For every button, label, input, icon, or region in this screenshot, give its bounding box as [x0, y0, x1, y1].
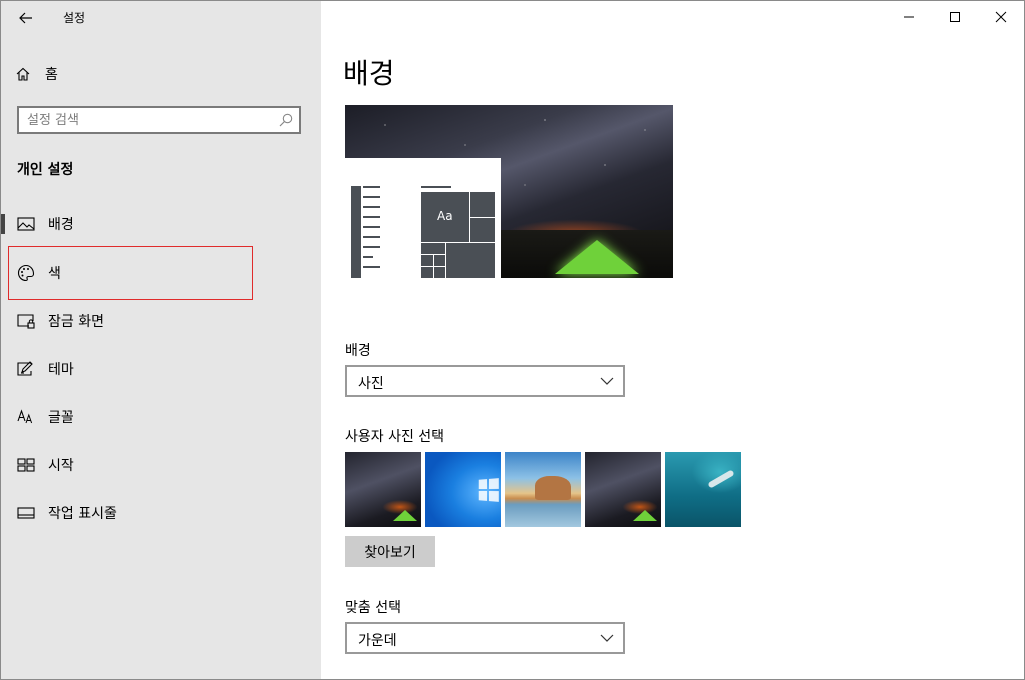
- tile-divider: [445, 242, 446, 278]
- choose-photo-label: 사용자 사진 선택: [345, 429, 445, 445]
- preview-line: [363, 266, 380, 268]
- theme-icon: [17, 360, 35, 378]
- photo-thumbnail-beach[interactable]: [505, 452, 581, 527]
- tile-divider: [421, 242, 495, 243]
- sidebar-item-label: 글꼴: [48, 410, 74, 426]
- preview-line: [363, 236, 380, 238]
- photo-thumbnail-windows[interactable]: [425, 452, 501, 527]
- search-icon[interactable]: [278, 112, 294, 128]
- picture-icon: [17, 215, 35, 233]
- maximize-button[interactable]: [932, 2, 978, 32]
- preview-line: [363, 206, 380, 208]
- browse-button[interactable]: 찾아보기: [345, 536, 435, 567]
- photo-thumbnail-night-tent[interactable]: [345, 452, 421, 527]
- chevron-down-icon: [600, 377, 614, 385]
- preview-desktop-overlay: Aa: [345, 158, 501, 278]
- background-type-dropdown[interactable]: 사진: [345, 365, 625, 397]
- preview-line: [363, 186, 380, 188]
- sidebar-item-start[interactable]: 시작: [1, 445, 321, 485]
- taskbar-icon: [17, 504, 35, 522]
- sidebar-item-lock-screen[interactable]: 잠금 화면: [1, 301, 321, 341]
- search-input[interactable]: [27, 110, 267, 130]
- preview-line: [363, 216, 380, 218]
- preview-aa-text: Aa: [437, 209, 453, 223]
- sidebar-item-fonts[interactable]: 글꼴: [1, 397, 321, 437]
- background-type-value: 사진: [358, 376, 384, 392]
- fit-label: 맞춤 선택: [345, 600, 401, 616]
- sidebar-item-label: 색: [48, 266, 61, 282]
- minimize-button[interactable]: [886, 2, 932, 32]
- photo-thumbnail-night-tent-2[interactable]: [585, 452, 661, 527]
- chevron-down-icon: [600, 634, 614, 642]
- preview-line: [363, 256, 373, 258]
- preview-line: [363, 196, 380, 198]
- preview-tiles: Aa: [421, 192, 495, 278]
- preview-line: [363, 226, 380, 228]
- active-indicator: [1, 214, 5, 234]
- close-icon: [995, 11, 1007, 23]
- windows-logo-icon: [478, 478, 499, 502]
- sidebar-item-background[interactable]: 배경: [1, 204, 321, 244]
- tile-divider: [433, 254, 434, 278]
- sidebar-item-label: 테마: [48, 362, 74, 378]
- page-title: 배경: [343, 57, 395, 90]
- home-icon: [16, 67, 30, 81]
- sidebar-item-taskbar[interactable]: 작업 표시줄: [1, 493, 321, 533]
- section-title: 개인 설정: [17, 162, 74, 178]
- sidebar-item-label: 시작: [48, 458, 74, 474]
- font-icon: [17, 408, 35, 426]
- background-preview: Aa: [345, 105, 673, 278]
- app-title: 설정: [63, 11, 86, 25]
- back-arrow-icon: [19, 12, 32, 24]
- preview-mini-list: [351, 186, 361, 278]
- minimize-icon: [904, 16, 914, 18]
- preview-tent: [555, 240, 639, 274]
- home-nav-item[interactable]: 홈: [15, 61, 58, 87]
- sidebar: 설정 홈 개인 설정 배경 색 잠금 화면 테마: [1, 1, 321, 679]
- sidebar-item-label: 배경: [48, 217, 74, 233]
- close-button[interactable]: [978, 2, 1024, 32]
- background-type-label: 배경: [345, 343, 371, 359]
- search-box[interactable]: [17, 106, 301, 134]
- preview-tiles-top: [421, 186, 451, 188]
- fit-dropdown[interactable]: 가운데: [345, 622, 625, 654]
- maximize-icon: [950, 12, 960, 22]
- photo-thumbnail-underwater[interactable]: [665, 452, 741, 527]
- fit-value: 가운데: [358, 633, 397, 649]
- lock-screen-icon: [17, 312, 35, 330]
- sidebar-item-color[interactable]: 색: [1, 253, 321, 293]
- sidebar-item-label: 잠금 화면: [48, 314, 104, 330]
- sidebar-item-theme[interactable]: 테마: [1, 349, 321, 389]
- palette-icon: [17, 264, 35, 282]
- home-label: 홈: [45, 67, 58, 83]
- start-icon: [17, 456, 35, 474]
- back-button[interactable]: [15, 7, 37, 29]
- preview-line: [363, 246, 380, 248]
- photo-thumbnails: [345, 452, 741, 527]
- sidebar-item-label: 작업 표시줄: [48, 506, 117, 522]
- tile-divider: [469, 217, 495, 218]
